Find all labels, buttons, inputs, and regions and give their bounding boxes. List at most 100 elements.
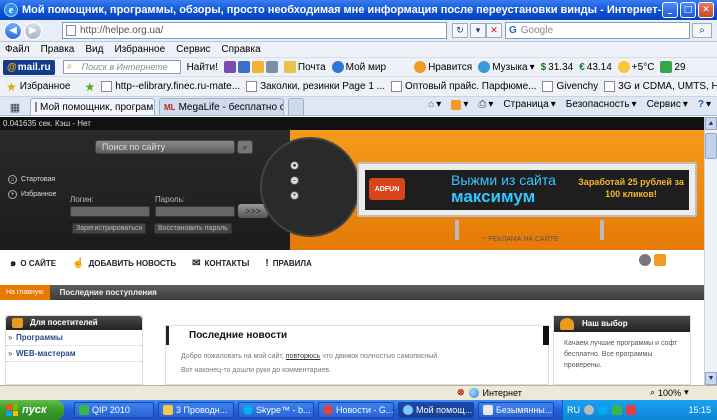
go-dropdown-button[interactable]: ▾ xyxy=(470,23,486,38)
favorite-item[interactable]: Оптовый прайс. Парфюме... xyxy=(391,81,536,92)
site-search-input[interactable]: Поиск по сайту xyxy=(95,140,235,154)
url-input[interactable]: http://helpe.org.ua/ xyxy=(62,22,447,39)
vertical-scrollbar[interactable]: ▲ ▼ xyxy=(704,117,717,385)
tray-arrow-icon[interactable] xyxy=(584,405,594,415)
ad-banner[interactable]: ADFUN Выжми из сайта максимум Заработай … xyxy=(365,170,689,210)
scroll-thumb[interactable] xyxy=(705,133,717,159)
antivirus-icon[interactable] xyxy=(626,405,636,415)
new-tab-button[interactable] xyxy=(288,98,304,115)
zoom-control[interactable]: ⌕ 100% ▾ xyxy=(650,387,689,398)
quick-tabs-icon[interactable]: ▦ xyxy=(4,99,26,115)
language-indicator[interactable]: RU xyxy=(567,405,580,415)
email-icon[interactable] xyxy=(639,254,651,266)
favorite-item[interactable]: http--elibrary.finec.ru-mate... xyxy=(101,81,240,92)
megalife-icon: ML xyxy=(164,102,176,112)
favorites-button[interactable]: ★ Избранное xyxy=(6,80,70,94)
password-input[interactable] xyxy=(155,206,235,217)
restore-password-button[interactable]: Восстановить пароль xyxy=(154,223,232,234)
search-go-button[interactable]: ⌕ xyxy=(692,23,712,38)
pencil-icon[interactable] xyxy=(251,61,264,73)
favorite-item[interactable]: 3G и CDMA, UMTS, HSDPA, ... xyxy=(604,81,717,92)
music-button[interactable]: Музыка ▾ xyxy=(478,61,535,73)
myworld-label: Мой мир xyxy=(345,61,387,73)
rss-button[interactable]: ▾ xyxy=(451,99,468,110)
start-page-link[interactable]: ⌂ Стартовая xyxy=(8,175,56,184)
register-button[interactable]: Зарегистрироваться xyxy=(72,223,147,234)
menu-help[interactable]: Справка xyxy=(221,44,260,55)
maximize-button[interactable]: □ xyxy=(680,2,696,18)
nav-rules-label: ПРАВИЛА xyxy=(272,258,312,268)
myworld-button[interactable]: Мой мир xyxy=(331,61,387,73)
nav-about[interactable]: ๑О САЙТЕ xyxy=(10,256,56,271)
start-button[interactable]: пуск xyxy=(0,400,64,420)
mailru-logo-button[interactable]: @ mail.ru xyxy=(3,59,55,75)
menu-tools[interactable]: Сервис xyxy=(176,44,210,55)
close-button[interactable]: ✕ xyxy=(698,2,714,18)
print-button[interactable]: ⎙ ▾ xyxy=(478,99,493,110)
circle-minus-icon[interactable]: – xyxy=(290,176,299,185)
ad-billboard[interactable]: ADFUN Выжми из сайта максимум Заработай … xyxy=(357,162,697,217)
minimize-button[interactable]: _ xyxy=(662,2,678,18)
scroll-down-button[interactable]: ▼ xyxy=(705,372,717,385)
eur-rate[interactable]: €43.14 xyxy=(579,62,612,73)
breadcrumb-home-link[interactable]: На главную xyxy=(0,285,50,300)
service-menu[interactable]: Сервис ▾ xyxy=(647,99,688,110)
scroll-up-button[interactable]: ▲ xyxy=(705,117,717,130)
tab-active[interactable]: Мой помощник, програм... ✕ xyxy=(30,98,155,115)
circle-dot-icon[interactable]: ● xyxy=(290,161,299,170)
site-header-dark: Поиск по сайту ⌕ ⌂ Стартовая + Избранное Л… xyxy=(0,130,290,250)
circle-plus-icon[interactable]: + xyxy=(290,191,299,200)
ad-badge: ADFUN xyxy=(369,178,405,200)
usd-rate[interactable]: $31.34 xyxy=(541,62,574,73)
visitors-link-webmasters[interactable]: WEB-мастерам xyxy=(6,346,142,362)
page-menu[interactable]: Страница ▾ xyxy=(503,99,555,110)
ad-caption[interactable]: ☜ РЕКЛАМА НА САЙТЕ xyxy=(480,235,559,243)
taskbar-item[interactable]: QIP 2010 xyxy=(74,402,154,418)
window-titlebar[interactable]: e Мой помощник, программы, обзоры, прост… xyxy=(0,0,717,20)
menu-file[interactable]: Файл xyxy=(5,44,30,55)
taskbar-item-active[interactable]: Мой помощ... xyxy=(398,402,474,418)
taskbar-item[interactable]: Новости - G... xyxy=(318,402,394,418)
safety-menu[interactable]: Безопасность ▾ xyxy=(566,99,637,110)
taskbar-item[interactable]: Безымянны... xyxy=(478,402,554,418)
qip-tray-icon[interactable] xyxy=(612,405,622,415)
add-favorite-button[interactable]: ★ xyxy=(84,80,95,94)
weather-button[interactable]: +5°C xyxy=(617,61,654,73)
visitors-link-programs[interactable]: Программы xyxy=(6,330,142,346)
menu-favorites[interactable]: Избранное xyxy=(114,44,165,55)
site-search-button[interactable]: ⌕ xyxy=(237,140,253,154)
b-icon[interactable] xyxy=(223,61,236,73)
nav-rules[interactable]: ! ПРАВИЛА xyxy=(265,258,311,269)
mailru-search-input[interactable]: ⌕ Поиск в Интернете xyxy=(62,60,181,74)
skype-tray-icon[interactable] xyxy=(598,405,608,415)
help-button[interactable]: ? ▾ xyxy=(698,99,711,110)
favorite-item[interactable]: Заколки, резинки Page 1 ... xyxy=(246,81,385,92)
nav-contacts[interactable]: ✉ КОНТАКТЫ xyxy=(192,258,249,269)
taskbar-item[interactable]: 3 Проводн... xyxy=(158,402,234,418)
lock-icon[interactable] xyxy=(265,61,278,73)
back-button[interactable]: ◀ xyxy=(4,21,22,40)
news-link[interactable]: повторюсь xyxy=(286,353,321,360)
security-zone[interactable]: ⊗ Интернет xyxy=(457,387,522,398)
favorite-item[interactable]: Givenchy xyxy=(542,81,598,92)
stop-button[interactable]: ✕ xyxy=(486,23,502,38)
like-button[interactable]: Нравится xyxy=(414,61,472,73)
pen-icon[interactable] xyxy=(237,61,250,73)
counter-button[interactable]: 29 xyxy=(660,61,686,73)
home-button[interactable]: ⌂ ▾ xyxy=(428,99,441,110)
page-icon xyxy=(391,81,403,92)
login-input[interactable] xyxy=(70,206,150,217)
search-input[interactable]: G Google xyxy=(505,22,690,39)
forward-button[interactable]: ▶ xyxy=(24,21,42,40)
find-button[interactable]: Найти! xyxy=(187,62,218,73)
taskbar-item[interactable]: Skype™ - b... xyxy=(238,402,314,418)
nav-add-news[interactable]: ☝ ДОБАВИТЬ НОВОСТЬ xyxy=(72,258,176,269)
mail-button[interactable]: Почта xyxy=(283,61,326,73)
tab-inactive[interactable]: ML MegaLife - бесплатно скача... xyxy=(159,98,284,115)
menu-edit[interactable]: Правка xyxy=(41,44,75,55)
menu-view[interactable]: Вид xyxy=(85,44,103,55)
clock[interactable]: 15:15 xyxy=(688,405,711,415)
rss-icon[interactable] xyxy=(654,254,666,266)
refresh-button[interactable]: ↻ xyxy=(452,23,468,38)
bookmark-link[interactable]: + Избранное xyxy=(8,190,56,199)
